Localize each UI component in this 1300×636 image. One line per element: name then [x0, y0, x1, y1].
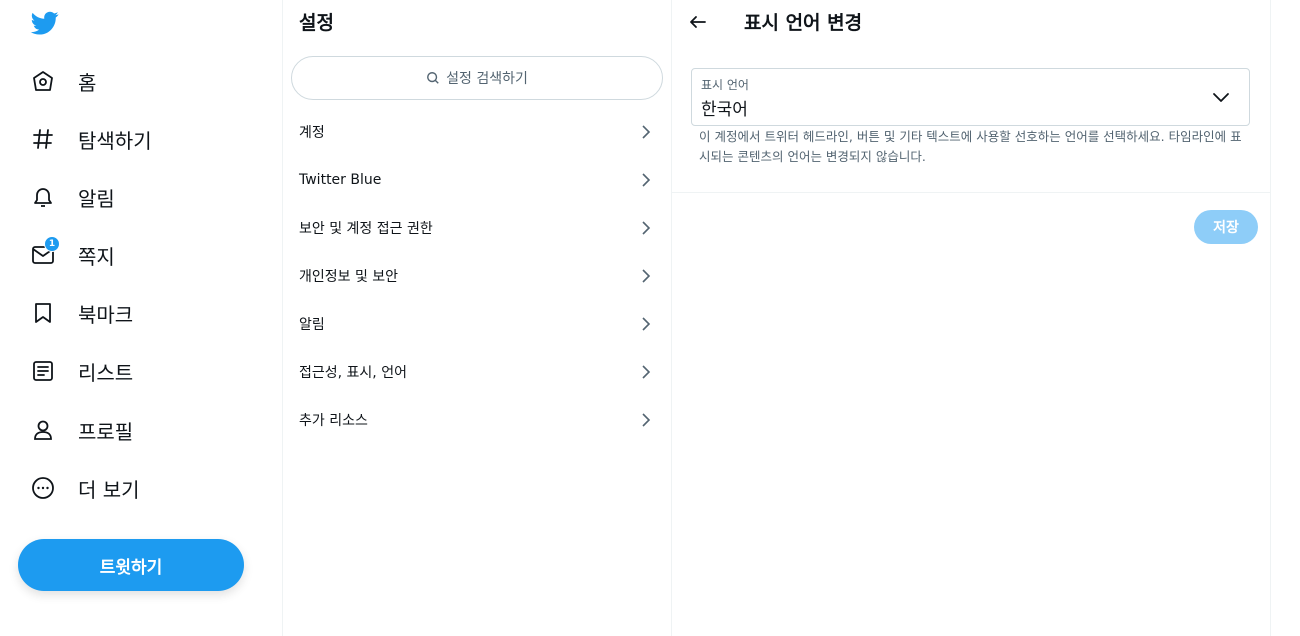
bell-icon: [30, 184, 56, 210]
settings-item-security[interactable]: 보안 및 계정 접근 권한: [283, 208, 671, 248]
settings-item-notifications[interactable]: 알림: [283, 304, 671, 344]
chevron-right-icon: [642, 269, 651, 283]
primary-nav: 홈 탐색하기 알림 1 쪽지 북마크 리스트 프로필 더 보기 트윗하기: [0, 0, 282, 636]
settings-item-label: 계정: [299, 125, 325, 141]
settings-item-twitter-blue[interactable]: Twitter Blue: [283, 160, 671, 200]
settings-item-label: Twitter Blue: [299, 172, 382, 188]
tweet-button[interactable]: 트윗하기: [18, 539, 244, 591]
back-arrow-icon[interactable]: [687, 11, 709, 33]
nav-item-notifications[interactable]: 알림: [18, 175, 115, 219]
nav-item-more[interactable]: 더 보기: [18, 466, 140, 510]
search-placeholder: 설정 검색하기: [446, 71, 528, 87]
home-icon: [30, 68, 56, 94]
select-value: 한국어: [701, 100, 748, 120]
detail-column: 표시 언어 변경 표시 언어 한국어 이 계정에서 트위터 헤드라인, 버튼 및…: [671, 0, 1271, 636]
nav-item-explore[interactable]: 탐색하기: [18, 117, 152, 161]
settings-item-accessibility[interactable]: 접근성, 표시, 언어: [283, 352, 671, 392]
settings-column: 설정 설정 검색하기 계정 Twitter Blue 보안 및 계정 접근 권한…: [282, 0, 672, 636]
nav-item-bookmarks[interactable]: 북마크: [18, 291, 133, 335]
unread-badge: 1: [44, 236, 60, 252]
nav-item-messages[interactable]: 1 쪽지: [18, 233, 115, 277]
nav-label-bookmarks: 북마크: [78, 302, 134, 327]
settings-item-label: 개인정보 및 보안: [299, 269, 399, 285]
settings-item-privacy[interactable]: 개인정보 및 보안: [283, 256, 671, 296]
hashtag-icon: [30, 126, 56, 152]
select-label: 표시 언어: [701, 78, 749, 92]
chevron-right-icon: [642, 221, 651, 235]
settings-item-resources[interactable]: 추가 리소스: [283, 400, 671, 440]
search-icon: [427, 72, 439, 84]
chevron-right-icon: [642, 365, 651, 379]
chevron-right-icon: [642, 125, 651, 139]
page-title: 표시 언어 변경: [744, 12, 863, 34]
profile-icon: [30, 417, 56, 443]
settings-search-input[interactable]: 설정 검색하기: [291, 56, 663, 100]
nav-item-home[interactable]: 홈: [18, 59, 96, 103]
nav-label-lists: 리스트: [78, 360, 134, 385]
settings-item-label: 접근성, 표시, 언어: [299, 365, 407, 381]
bookmark-icon: [30, 300, 56, 326]
save-button[interactable]: 저장: [1194, 210, 1258, 244]
chevron-right-icon: [642, 413, 651, 427]
nav-label-more: 더 보기: [78, 477, 140, 502]
list-icon: [30, 358, 56, 384]
mail-icon: 1: [30, 236, 60, 268]
settings-item-label: 추가 리소스: [299, 413, 368, 429]
settings-item-label: 알림: [299, 317, 325, 333]
chevron-down-icon: [1213, 93, 1229, 102]
more-icon: [30, 475, 56, 501]
nav-label-explore: 탐색하기: [78, 128, 152, 153]
nav-label-notifications: 알림: [78, 186, 115, 211]
chevron-right-icon: [642, 317, 651, 331]
display-language-select[interactable]: 표시 언어 한국어: [691, 68, 1250, 126]
chevron-right-icon: [642, 173, 651, 187]
nav-item-lists[interactable]: 리스트: [18, 349, 133, 393]
settings-title: 설정: [299, 12, 334, 34]
nav-item-profile[interactable]: 프로필: [18, 408, 133, 452]
twitter-logo-icon[interactable]: [30, 9, 60, 37]
divider: [671, 192, 1270, 193]
help-text: 이 계정에서 트위터 헤드라인, 버튼 및 기타 텍스트에 사용할 선호하는 언…: [699, 129, 1242, 164]
nav-label-messages: 쪽지: [78, 244, 115, 269]
nav-label-home: 홈: [78, 70, 97, 95]
nav-label-profile: 프로필: [78, 419, 134, 444]
settings-item-account[interactable]: 계정: [283, 112, 671, 152]
settings-item-label: 보안 및 계정 접근 권한: [299, 221, 433, 237]
